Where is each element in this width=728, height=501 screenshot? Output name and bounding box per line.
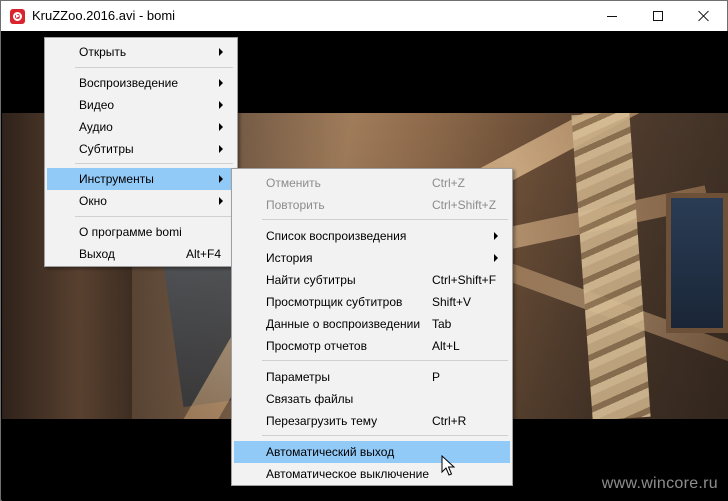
close-icon <box>698 10 710 22</box>
menu-item-shortcut: Shift+V <box>432 295 472 309</box>
submenu-arrow-icon <box>494 232 498 240</box>
maximize-button[interactable] <box>635 1 681 31</box>
menu-item-label: Открыть <box>79 45 127 59</box>
menu-item-about[interactable]: О программе bomi <box>47 221 235 243</box>
submenu-arrow-icon <box>219 123 223 131</box>
menu-item-video[interactable]: Видео <box>47 94 235 116</box>
menu-item-label: История <box>266 251 313 265</box>
menu-item-associate-files[interactable]: Связать файлы <box>234 388 510 410</box>
menu-item-preferences[interactable]: Параметры P <box>234 366 510 388</box>
menu-item-subtitle-viewer[interactable]: Просмотрщик субтитров Shift+V <box>234 291 510 313</box>
window-title: KruZZoo.2016.avi - bomi <box>32 8 176 23</box>
submenu-arrow-icon <box>219 79 223 87</box>
menu-item-label: Связать файлы <box>266 392 354 406</box>
menu-item-label: Автоматическое выключение <box>266 467 430 481</box>
menu-item-reload-theme[interactable]: Перезагрузить тему Ctrl+R <box>234 410 510 432</box>
maximize-icon <box>653 11 663 21</box>
menu-item-label: Автоматический выход <box>266 445 395 459</box>
menu-item-label: Список воспроизведения <box>266 229 407 243</box>
menu-item-label: Инструменты <box>79 172 154 186</box>
submenu-arrow-icon <box>219 175 223 183</box>
menu-separator <box>262 435 508 436</box>
watermark: www.wincore.ru <box>601 475 718 492</box>
menu-separator <box>262 219 508 220</box>
menu-item-audio[interactable]: Аудио <box>47 116 235 138</box>
tools-submenu: Отменить Ctrl+Z Повторить Ctrl+Shift+Z С… <box>231 168 513 486</box>
menu-separator <box>75 67 233 68</box>
submenu-arrow-icon <box>219 48 223 56</box>
submenu-arrow-icon <box>219 101 223 109</box>
menu-item-label: Просмотрщик субтитров <box>266 295 403 309</box>
menu-item-shortcut: Ctrl+Z <box>432 176 465 190</box>
menu-item-shortcut: Alt+L <box>432 339 460 353</box>
menu-item-label: Повторить <box>266 198 325 212</box>
menu-item-shortcut: P <box>432 370 441 384</box>
menu-item-window[interactable]: Окно <box>47 190 235 212</box>
menu-item-auto-exit[interactable]: Автоматический выход <box>234 441 510 463</box>
title-bar[interactable]: KruZZoo.2016.avi - bomi <box>1 1 727 31</box>
menu-item-find-subtitles[interactable]: Найти субтитры Ctrl+Shift+F <box>234 269 510 291</box>
menu-item-tools[interactable]: Инструменты <box>47 168 235 190</box>
menu-item-label: О программе bomi <box>79 225 182 239</box>
menu-item-shortcut: Tab <box>432 317 452 331</box>
menu-item-label: Окно <box>79 194 107 208</box>
menu-item-label: Выход <box>79 247 115 261</box>
menu-item-undo[interactable]: Отменить Ctrl+Z <box>234 172 510 194</box>
menu-item-label: Перезагрузить тему <box>266 414 378 428</box>
menu-item-subtitles[interactable]: Субтитры <box>47 138 235 160</box>
scene-rope <box>571 113 651 419</box>
menu-item-shortcut: Alt+F4 <box>186 247 222 261</box>
submenu-arrow-icon <box>219 145 223 153</box>
menu-item-label: Параметры <box>266 370 330 384</box>
menu-separator <box>75 163 233 164</box>
menu-item-label: Просмотр отчетов <box>266 339 367 353</box>
submenu-arrow-icon <box>494 254 498 262</box>
menu-item-label: Субтитры <box>79 142 134 156</box>
menu-item-shortcut: Ctrl+Shift+Z <box>432 198 497 212</box>
menu-item-label: Воспроизведение <box>79 76 179 90</box>
scene-window <box>666 193 728 333</box>
menu-item-history[interactable]: История <box>234 247 510 269</box>
menu-separator <box>75 216 233 217</box>
menu-item-playlist[interactable]: Список воспроизведения <box>234 225 510 247</box>
bomi-app-icon[interactable] <box>10 9 25 24</box>
menu-item-shortcut: Ctrl+Shift+F <box>432 273 497 287</box>
mouse-cursor-icon <box>441 455 455 476</box>
close-button[interactable] <box>681 1 727 31</box>
menu-item-playback-info[interactable]: Данные о воспроизведении Tab <box>234 313 510 335</box>
menu-item-label: Отменить <box>266 176 321 190</box>
submenu-arrow-icon <box>219 197 223 205</box>
context-menu: Открыть Воспроизведение Видео Аудио Субт… <box>44 37 238 267</box>
menu-item-label: Найти субтитры <box>266 273 356 287</box>
menu-item-label: Видео <box>79 98 115 112</box>
menu-item-open[interactable]: Открыть <box>47 41 235 63</box>
menu-item-label: Данные о воспроизведении <box>266 317 421 331</box>
menu-item-auto-shutdown[interactable]: Автоматическое выключение <box>234 463 510 485</box>
minimize-button[interactable] <box>589 1 635 31</box>
menu-item-exit[interactable]: Выход Alt+F4 <box>47 243 235 265</box>
menu-item-log-viewer[interactable]: Просмотр отчетов Alt+L <box>234 335 510 357</box>
menu-item-label: Аудио <box>79 120 113 134</box>
menu-item-redo[interactable]: Повторить Ctrl+Shift+Z <box>234 194 510 216</box>
menu-item-playback[interactable]: Воспроизведение <box>47 72 235 94</box>
minimize-icon <box>607 15 617 17</box>
menu-separator <box>262 360 508 361</box>
menu-item-shortcut: Ctrl+R <box>432 414 467 428</box>
